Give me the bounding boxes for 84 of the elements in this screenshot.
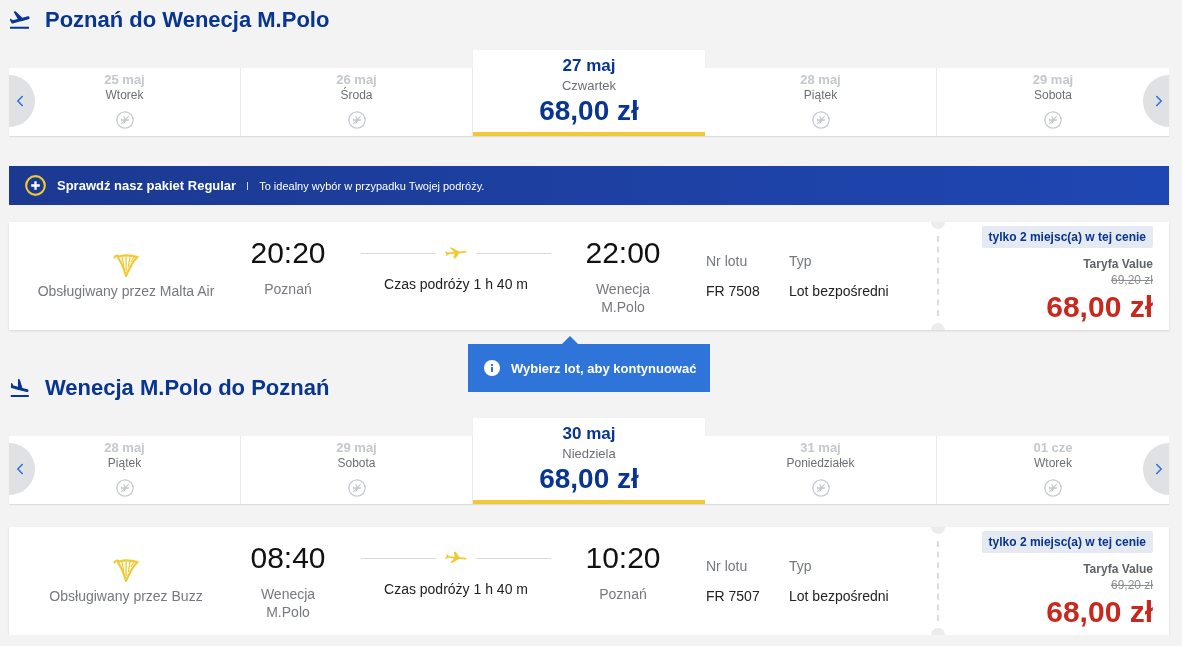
flight-number: FR 7508 xyxy=(706,282,760,300)
crossed-plane-icon xyxy=(347,479,366,497)
day-text: Sobota xyxy=(1033,88,1072,103)
crossed-plane-icon xyxy=(1044,111,1062,129)
day-text: Wtorek xyxy=(1034,456,1072,471)
date-tab[interactable]: 28 maj Piątek xyxy=(705,68,937,136)
banner-text: To idealny wybór w przypadku Twojej podróży. xyxy=(259,179,485,192)
date-tab[interactable]: 29 maj Sobota xyxy=(241,436,473,504)
plane-landing-icon xyxy=(10,379,30,397)
crossed-plane-icon xyxy=(115,111,134,129)
harp-icon xyxy=(113,253,139,277)
flight-number-label: Nr lotu xyxy=(706,252,748,270)
operator-text: Obsługiwany przez Malta Air xyxy=(37,282,215,300)
date-tab[interactable]: 29 maj Sobota xyxy=(937,68,1169,136)
flight-number-label: Nr lotu xyxy=(706,557,748,575)
fare-name: Taryfa Value xyxy=(1083,561,1153,577)
date-text: 31 maj xyxy=(800,440,841,456)
day-text: Wtorek xyxy=(105,88,144,103)
operator-text: Obsługiwany przez Buzz xyxy=(49,587,203,605)
duration-text: Czas podróży 1 h 40 m xyxy=(384,275,528,293)
tooltip-text: Wybierz lot, aby kontynuować xyxy=(511,360,697,376)
crossed-plane-icon xyxy=(811,479,830,497)
date-text: 28 maj xyxy=(104,440,145,456)
arrival-time: 22:00 xyxy=(585,236,661,270)
duration-text: Czas podróży 1 h 40 m xyxy=(384,580,528,598)
harp-icon xyxy=(113,558,139,582)
seats-left-badge: tylko 2 miejsc(a) w tej cenie xyxy=(981,226,1153,248)
date-text: 01 cze xyxy=(1033,440,1073,456)
flight-type: Lot bezpośredni xyxy=(789,587,889,605)
fare-name: Taryfa Value xyxy=(1083,256,1153,272)
day-text: Środa xyxy=(340,88,373,103)
day-text: Poniedziałek xyxy=(786,456,855,471)
date-text: 25 maj xyxy=(104,72,145,88)
crossed-plane-icon xyxy=(811,111,830,129)
date-tab[interactable]: 01 cze Wtorek xyxy=(937,436,1169,504)
date-price: 68,00 zł xyxy=(539,94,639,128)
date-text: 27 maj xyxy=(562,56,616,76)
date-tab[interactable]: 27 maj Czwartek 68,00 zł xyxy=(473,50,705,136)
type-label: Typ xyxy=(789,252,812,270)
banner-title: Sprawdź nasz pakiet Regular xyxy=(57,178,237,193)
flight-type: Lot bezpośredni xyxy=(789,282,889,300)
date-text: 28 maj xyxy=(800,72,841,88)
old-price: 69,20 zł xyxy=(1110,577,1153,593)
departure-time: 08:40 xyxy=(250,541,326,575)
day-text: Sobota xyxy=(337,456,376,471)
airplane-icon xyxy=(443,551,469,565)
info-icon xyxy=(484,360,500,376)
date-text: 30 maj xyxy=(562,424,616,444)
departure-city: Poznań xyxy=(264,280,312,298)
plane-takeoff-icon xyxy=(10,11,30,29)
promo-banner[interactable]: Sprawdź nasz pakiet Regular To idealny wybór w przypadku Twojej podróży. xyxy=(9,166,1169,205)
date-text: 26 maj xyxy=(336,72,377,87)
day-text: Piątek xyxy=(803,88,838,103)
date-tab[interactable]: 26 maj Środa xyxy=(241,68,473,136)
plus-circle-icon xyxy=(25,175,46,196)
flight-card[interactable]: Obsługiwany przez Buzz 08:40 Wenecja M.Polo Czas podróży 1 h 40 m 10:20 Poznań Nr lotu FR 7507 Typ Lot bezpośredni tylko 2 miejsc(a) w tej cenie Taryfa Value 69,20 zł 68,00 zł xyxy=(9,527,1169,635)
departure-time: 20:20 xyxy=(250,236,326,270)
seats-left-badge: tylko 2 miejsc(a) w tej cenie xyxy=(981,531,1153,553)
arrival-city: Wenecja M.Polo xyxy=(594,280,652,316)
arrival-time: 10:20 xyxy=(585,541,661,575)
flight-card[interactable]: Obsługiwany przez Malta Air 20:20 Poznań Czas podróży 1 h 40 m 22:00 Wenecja M.Polo Nr lotu FR 7508 Typ Lot bezpośredni tylko 2 miejsc(a) w tej cenie Taryfa Value 69,20 zł 68,00 zł xyxy=(9,222,1169,330)
route-title: Wenecja M.Polo do Poznań xyxy=(45,374,330,402)
fare-price: 68,00 zł xyxy=(1046,290,1153,324)
flight-number: FR 7507 xyxy=(706,587,760,605)
date-tab[interactable]: 25 maj Wtorek xyxy=(9,68,241,136)
crossed-plane-icon xyxy=(1044,479,1062,497)
date-tab[interactable]: 30 maj Niedziela 68,00 zł xyxy=(473,418,705,504)
date-tab[interactable]: 31 maj Poniedziałek xyxy=(705,436,937,504)
airplane-icon xyxy=(443,246,469,260)
date-price: 68,00 zł xyxy=(539,462,639,496)
old-price: 69,20 zł xyxy=(1110,272,1153,288)
crossed-plane-icon xyxy=(347,111,366,129)
arrival-city: Poznań xyxy=(599,585,647,603)
date-text: 29 maj xyxy=(1032,72,1074,88)
fare-price: 68,00 zł xyxy=(1046,595,1153,629)
date-tab[interactable]: 28 maj Piątek xyxy=(9,436,241,504)
route-title: Poznań do Wenecja M.Polo xyxy=(45,6,330,34)
crossed-plane-icon xyxy=(115,479,134,497)
date-text: 29 maj xyxy=(336,440,377,456)
day-text: Czwartek xyxy=(561,78,617,94)
day-text: Niedziela xyxy=(562,446,616,462)
departure-city: Wenecja M.Polo xyxy=(259,585,317,621)
type-label: Typ xyxy=(789,557,812,575)
day-text: Piątek xyxy=(107,456,142,471)
